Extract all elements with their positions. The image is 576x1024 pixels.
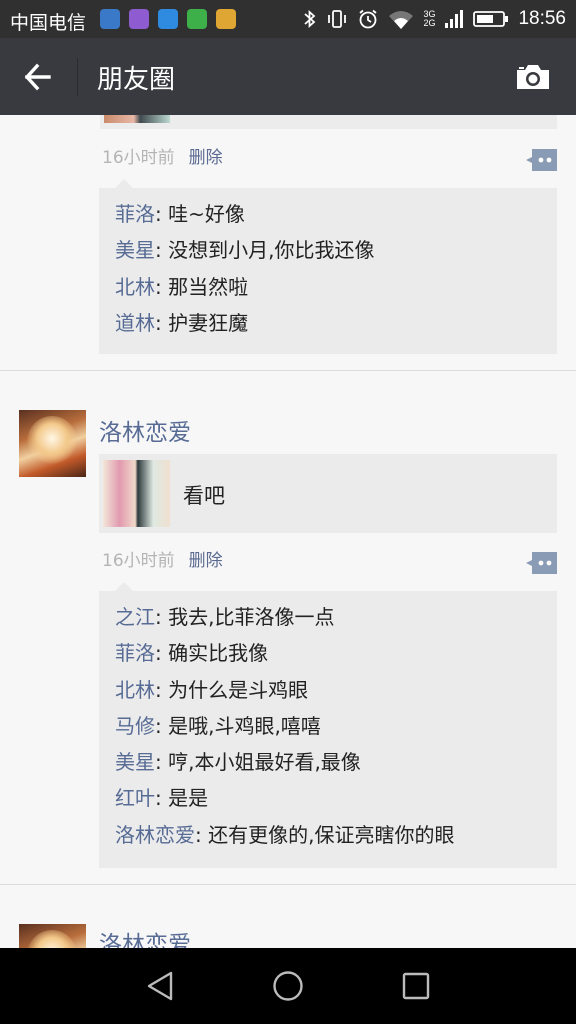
status-bar: 中国电信 3G 2G 18:56 [0, 0, 576, 38]
comment-list: 菲洛: 哇~好像 美星: 没想到小月,你比我还像 北林: 那当然啦 道林: 护妻… [99, 179, 557, 354]
author-avatar[interactable] [19, 924, 86, 948]
post-time: 16小时前 [102, 551, 175, 571]
comment-row: 美星: 哼,本小姐最好看,最像 [99, 744, 557, 780]
comment-list: 之江: 我去,比菲洛像一点 菲洛: 确实比我像 北林: 为什么是斗鸡眼 马修: … [99, 582, 557, 868]
camera-button[interactable] [512, 58, 554, 96]
commenter-name[interactable]: 之江 [115, 605, 155, 629]
signal-icon [444, 8, 464, 30]
comment-row: 菲洛: 确实比我像 [99, 635, 557, 671]
commenter-name[interactable]: 洛林恋爱 [115, 823, 195, 847]
square-recents-icon [402, 972, 430, 1000]
comment-text: : 护妻狂魔 [155, 310, 249, 335]
comment-button[interactable] [526, 149, 557, 171]
gallery-notification-icon [129, 9, 149, 29]
shared-link-thumbnail [103, 460, 170, 527]
battery-icon [473, 8, 509, 30]
nav-back-button[interactable] [140, 968, 180, 1004]
circle-home-icon [273, 971, 303, 1001]
arrow-left-icon [24, 63, 51, 91]
comment-button[interactable] [526, 552, 557, 574]
title-bar: 朋友圈 [0, 38, 576, 115]
commenter-name[interactable]: 北林 [115, 678, 155, 702]
shared-link-thumbnail [104, 115, 170, 123]
avatar-image [27, 930, 77, 948]
carrier-label: 中国电信 [10, 12, 87, 34]
commenter-name[interactable]: 菲洛 [115, 202, 155, 226]
author-avatar[interactable] [19, 410, 86, 477]
clock: 18:56 [518, 8, 566, 29]
post-separator [0, 370, 576, 371]
comment-row: 道林: 护妻狂魔 [99, 305, 557, 341]
commenter-name[interactable]: 红叶 [115, 786, 155, 810]
nav-recents-button[interactable] [396, 968, 436, 1004]
comment-row: 北林: 那当然啦 [99, 269, 557, 305]
system-nav-bar [0, 948, 576, 1024]
back-button[interactable] [16, 58, 60, 96]
title-divider [77, 58, 78, 96]
page-title: 朋友圈 [97, 65, 176, 95]
commenter-name[interactable]: 美星 [115, 238, 155, 262]
delete-link[interactable]: 删除 [189, 551, 223, 571]
comment-text: : 确实比我像 [155, 641, 269, 666]
comment-row: 马修: 是哦,斗鸡眼,嘻嘻 [99, 708, 557, 744]
shared-link-card[interactable] [100, 115, 557, 129]
post-meta: 16小时前 删除 [102, 143, 223, 168]
comment-text: : 是哦,斗鸡眼,嘻嘻 [155, 713, 321, 738]
wifi-app-notification-icon [216, 9, 236, 29]
author-name[interactable]: 洛林恋爱 [99, 925, 191, 948]
comment-row: 美星: 没想到小月,你比我还像 [99, 232, 557, 268]
app-notification-icon [100, 9, 120, 29]
camera-icon [517, 65, 549, 89]
comment-icon [526, 552, 557, 574]
comment-text: : 是是 [155, 786, 209, 811]
shared-link-card[interactable]: 看吧 [99, 454, 557, 533]
comment-text: : 哇~好像 [155, 202, 245, 226]
nav-home-button[interactable] [268, 968, 308, 1004]
comment-row: 之江: 我去,比菲洛像一点 [99, 599, 557, 635]
comment-text: : 哼,本小姐最好看,最像 [155, 750, 361, 775]
comment-text: : 我去,比菲洛像一点 [155, 605, 335, 629]
post-time: 16小时前 [102, 148, 175, 168]
notification-icons [100, 9, 236, 29]
commenter-name[interactable]: 菲洛 [115, 641, 155, 665]
chat-notification-icon [187, 9, 207, 29]
triangle-back-icon [147, 971, 173, 1001]
moments-feed[interactable]: 16小时前 删除 菲洛: 哇~好像 美星: 没想到小月,你比我还像 北林: 那当然… [0, 115, 576, 948]
comment-text: : 还有更像的,保证亮瞎你的眼 [195, 822, 455, 847]
avatar-image [27, 416, 77, 466]
comment-row: 红叶: 是是 [99, 780, 557, 816]
alarm-icon [357, 8, 379, 30]
commenter-name[interactable]: 马修 [115, 714, 155, 738]
commenter-name[interactable]: 北林 [115, 275, 155, 299]
comment-text: : 那当然啦 [155, 274, 249, 299]
video-notification-icon [158, 9, 178, 29]
wifi-icon [388, 8, 414, 30]
comment-text: : 没想到小月,你比我还像 [155, 238, 375, 263]
comment-row: 北林: 为什么是斗鸡眼 [99, 672, 557, 708]
delete-link[interactable]: 删除 [189, 148, 223, 168]
network-type-label: 3G 2G [423, 9, 436, 28]
bluetooth-icon [303, 8, 317, 30]
post-meta: 16小时前 删除 [102, 546, 223, 571]
comment-text: : 为什么是斗鸡眼 [155, 677, 309, 702]
shared-link-title: 看吧 [183, 484, 225, 508]
comment-row: 菲洛: 哇~好像 [99, 196, 557, 232]
commenter-name[interactable]: 美星 [115, 750, 155, 774]
post-separator [0, 884, 576, 885]
comment-icon [526, 149, 557, 171]
vibrate-icon [326, 8, 348, 30]
comment-row: 洛林恋爱: 还有更像的,保证亮瞎你的眼 [99, 817, 557, 853]
commenter-name[interactable]: 道林 [115, 311, 155, 335]
author-name[interactable]: 洛林恋爱 [99, 413, 191, 447]
